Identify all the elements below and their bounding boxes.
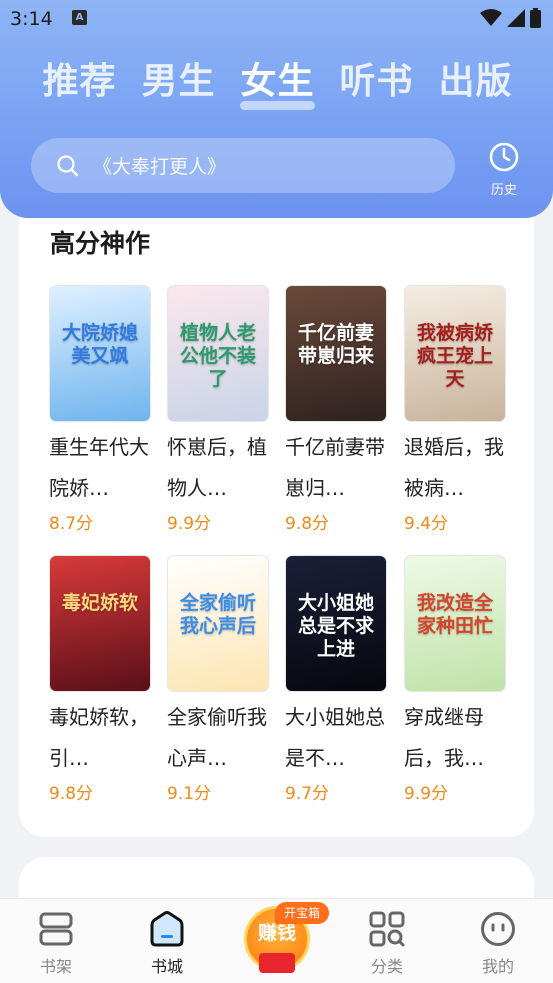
book-score: 9.8分 xyxy=(285,514,330,534)
book-card[interactable]: 大院娇媳美又飒 重生年代大院娇… 8.7分 xyxy=(49,285,151,534)
treasure-box-badge[interactable]: 开宝箱 xyxy=(275,902,330,924)
cover-art-text: 我改造全家种田忙 xyxy=(416,592,493,637)
book-score: 9.7分 xyxy=(285,784,330,804)
nav-bookshelf[interactable]: 书架 xyxy=(26,911,86,977)
book-card[interactable]: 大小姐她总是不求上进 大小姐她总是不… 9.7分 xyxy=(285,555,387,804)
bookstore-home-icon xyxy=(150,911,184,947)
nav-label: 分类 xyxy=(370,957,403,976)
tab-male[interactable]: 男生 xyxy=(141,52,215,112)
header: 3:14 A 推荐 男生 女生 听书 出版 《大奉打更人》 历史 xyxy=(0,0,553,218)
book-card[interactable]: 千亿前妻带崽归来 千亿前妻带崽归… 9.8分 xyxy=(285,285,387,534)
book-title: 重生年代大院娇… xyxy=(49,435,149,500)
cover-art-text: 毒妃娇软 xyxy=(61,592,138,614)
wifi-icon xyxy=(480,9,502,26)
history-label: 历史 xyxy=(490,183,517,198)
book-title: 全家偷听我心声… xyxy=(167,705,267,770)
clock-icon xyxy=(489,142,519,172)
section-title: 高分神作 xyxy=(50,229,151,258)
nav-label: 我的 xyxy=(481,957,514,976)
status-icons xyxy=(480,8,541,28)
signal-icon xyxy=(507,9,525,27)
tab-audiobook[interactable]: 听书 xyxy=(339,52,413,112)
tab-label: 推荐 xyxy=(42,61,117,102)
book-score: 9.9分 xyxy=(167,514,212,534)
book-cover: 我被病娇疯王宠上天 xyxy=(404,285,506,422)
book-card[interactable]: 植物人老公他不装了 怀崽后，植物人… 9.9分 xyxy=(167,285,269,534)
book-score: 8.7分 xyxy=(49,514,94,534)
nav-label: 书城 xyxy=(150,957,183,976)
book-card[interactable]: 全家偷听我心声后 全家偷听我心声… 9.1分 xyxy=(167,555,269,804)
book-title: 穿成继母后，我… xyxy=(404,705,484,770)
search-placeholder: 《大奉打更人》 xyxy=(93,156,227,178)
tab-recommend[interactable]: 推荐 xyxy=(42,52,116,112)
book-title: 怀崽后，植物人… xyxy=(167,435,267,500)
red-envelope-icon xyxy=(259,953,295,973)
book-card[interactable]: 我被病娇疯王宠上天 退婚后，我被病… 9.4分 xyxy=(404,285,506,534)
tab-label: 出版 xyxy=(438,61,513,102)
nav-profile[interactable]: 我的 xyxy=(468,911,528,977)
book-cover: 全家偷听我心声后 xyxy=(167,555,269,692)
book-title: 退婚后，我被病… xyxy=(404,435,504,500)
search-icon xyxy=(57,154,79,176)
book-score: 9.4分 xyxy=(404,514,449,534)
cover-art-text: 全家偷听我心声后 xyxy=(179,592,256,637)
notification-icon: A xyxy=(72,10,87,25)
status-time: 3:14 xyxy=(10,8,53,30)
tab-female[interactable]: 女生 xyxy=(240,52,315,112)
cover-art-text: 大院娇媳美又飒 xyxy=(61,322,138,367)
book-score: 9.9分 xyxy=(404,784,449,804)
book-score: 9.1分 xyxy=(167,784,212,804)
book-cover: 毒妃娇软 xyxy=(49,555,151,692)
cover-art-text: 大小姐她总是不求上进 xyxy=(297,592,374,660)
status-bar: 3:14 A xyxy=(0,0,553,38)
book-title: 毒妃娇软，引… xyxy=(49,705,149,770)
book-title: 千亿前妻带崽归… xyxy=(285,435,385,500)
history-button[interactable]: 历史 xyxy=(484,141,524,198)
book-card[interactable]: 毒妃娇软 毒妃娇软，引… 9.8分 xyxy=(49,555,151,804)
book-cover: 大院娇媳美又飒 xyxy=(49,285,151,422)
book-title: 大小姐她总是不… xyxy=(285,705,385,770)
book-cover: 植物人老公他不装了 xyxy=(167,285,269,422)
nav-category[interactable]: 分类 xyxy=(357,911,417,977)
book-card[interactable]: 我改造全家种田忙 穿成继母后，我… 9.9分 xyxy=(404,555,506,804)
active-tab-indicator xyxy=(240,101,315,110)
tab-publish[interactable]: 出版 xyxy=(438,52,512,112)
bookshelf-icon xyxy=(39,912,73,946)
tab-label: 听书 xyxy=(339,61,414,102)
cover-art-text: 植物人老公他不装了 xyxy=(179,322,256,390)
tab-label: 男生 xyxy=(141,61,216,102)
book-cover: 大小姐她总是不求上进 xyxy=(285,555,387,692)
cover-art-text: 我被病娇疯王宠上天 xyxy=(416,322,493,390)
search-bar[interactable]: 《大奉打更人》 xyxy=(31,138,455,193)
book-cover: 千亿前妻带崽归来 xyxy=(285,285,387,422)
category-grid-icon xyxy=(369,911,405,947)
nav-bookstore[interactable]: 书城 xyxy=(137,911,197,977)
book-cover: 我改造全家种田忙 xyxy=(404,555,506,692)
battery-icon xyxy=(530,8,541,28)
channel-tabs: 推荐 男生 女生 听书 出版 xyxy=(0,52,553,112)
cover-art-text: 千亿前妻带崽归来 xyxy=(297,322,374,367)
tab-label: 女生 xyxy=(240,61,315,102)
nav-label: 书架 xyxy=(39,957,72,976)
profile-face-icon xyxy=(481,912,515,946)
book-score: 9.8分 xyxy=(49,784,94,804)
